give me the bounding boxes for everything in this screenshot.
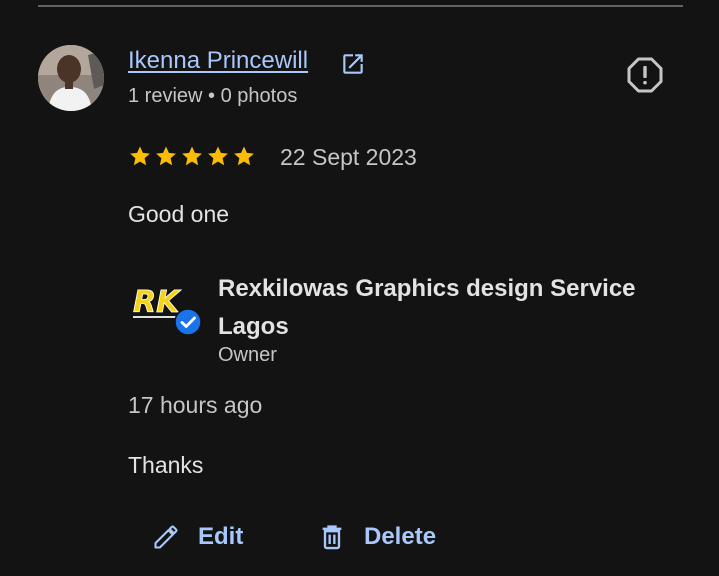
delete-label: Delete xyxy=(364,523,437,550)
pencil-icon xyxy=(154,525,178,549)
reviewer-name-link[interactable]: Ikenna Princewill xyxy=(128,47,308,75)
review-text: Good one xyxy=(128,201,230,227)
owner-logo: RK xyxy=(130,280,202,336)
review-card: Ikenna Princewill 1 review • 0 photos 22… xyxy=(0,0,719,576)
verified-badge-icon xyxy=(174,308,202,336)
owner-logo-text: RK xyxy=(133,285,182,320)
report-icon[interactable] xyxy=(626,56,664,94)
reply-time: 17 hours ago xyxy=(128,392,263,418)
top-divider xyxy=(38,5,683,7)
reviewer-avatar[interactable] xyxy=(38,45,104,111)
star-icon xyxy=(130,146,150,166)
reply-text: Thanks xyxy=(128,452,204,478)
trash-icon xyxy=(322,525,342,550)
star-icon xyxy=(234,146,254,166)
edit-label: Edit xyxy=(198,523,244,550)
edit-button[interactable]: Edit xyxy=(152,517,243,557)
star-icon xyxy=(182,146,202,166)
star-icon xyxy=(156,146,176,166)
owner-business-name: Rexkilowas Graphics design Service Lagos xyxy=(218,275,636,340)
star-rating xyxy=(128,144,256,168)
delete-button[interactable]: Delete xyxy=(318,517,436,557)
reviewer-meta: 1 review • 0 photos xyxy=(128,85,298,107)
open-in-new-icon[interactable] xyxy=(340,51,366,77)
owner-role-label: Owner xyxy=(218,344,277,366)
star-icon xyxy=(208,146,228,166)
review-date: 22 Sept 2023 xyxy=(280,144,417,170)
